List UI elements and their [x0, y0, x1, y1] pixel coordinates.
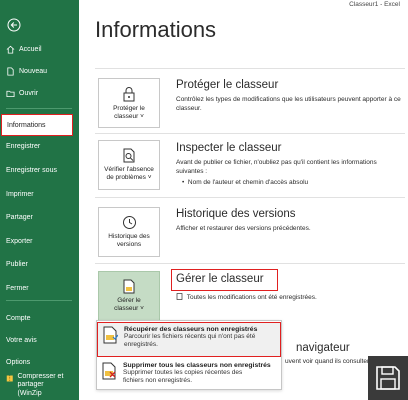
menu-item-title: Récupérer des classeurs non enregistrés: [124, 326, 258, 333]
back-arrow-icon[interactable]: [7, 18, 21, 32]
description-line: suivantes :: [176, 167, 208, 175]
recover-unsaved-workbooks-item[interactable]: Récupérer des classeurs non enregistrés …: [97, 322, 281, 357]
sidebar-item-partager[interactable]: Partager: [0, 207, 79, 227]
history-clock-icon: [122, 216, 136, 229]
description-line: classeur.: [176, 104, 202, 112]
button-label: Vérifier l'absence: [104, 166, 154, 173]
button-label: Protéger le: [113, 105, 145, 112]
sidebar-divider: [6, 300, 72, 301]
folder-icon: [6, 90, 15, 97]
save-floppy-button[interactable]: [368, 356, 408, 400]
manage-workbook-button[interactable]: Gérer le classeur ˅: [98, 271, 160, 321]
delete-unsaved-workbooks-item[interactable]: Supprimer tous les classeurs non enregis…: [97, 359, 281, 390]
sidebar-item-imprimer[interactable]: Imprimer: [0, 184, 79, 204]
sidebar-item-fermer[interactable]: Fermer: [0, 278, 79, 298]
sidebar-item-informations[interactable]: Informations: [1, 114, 73, 136]
description-text: Toutes les modifications ont été enregis…: [186, 294, 317, 301]
description-line: Contrôlez les types de modifications que…: [176, 96, 401, 103]
manage-title: Gérer le classeur: [176, 273, 264, 285]
sidebar-item-label: Exporter: [6, 237, 33, 245]
backstage-window: Accueil Nouveau Ouvrir Informations Enre…: [0, 0, 408, 400]
manage-workbook-menu: Récupérer des classeurs non enregistrés …: [96, 320, 282, 390]
sidebar-item-label: Imprimer: [6, 190, 34, 198]
home-icon: [6, 45, 15, 54]
sidebar-item-label: Publier: [6, 260, 28, 268]
sidebar-item-label: Partager: [6, 213, 33, 221]
section-divider: [95, 68, 405, 69]
sidebar-item-votre-avis[interactable]: Votre avis: [0, 330, 79, 350]
lock-icon: [123, 87, 135, 102]
bullet-text: Nom de l'auteur et chemin d'accès absolu: [187, 179, 309, 186]
button-label: Gérer le: [117, 297, 141, 304]
sidebar-item-nouveau[interactable]: Nouveau: [0, 61, 79, 81]
button-label: de problèmes ˅: [106, 174, 152, 182]
menu-item-description: Parcourir les fichiers récents qui n'ont…: [124, 333, 256, 340]
sidebar-item-label: Ouvrir: [19, 89, 39, 97]
history-title: Historique des versions: [176, 208, 296, 220]
sidebar-item-label: Compresser et partager: [17, 373, 64, 389]
sidebar-item-label: Informations: [7, 121, 46, 129]
section-divider: [95, 263, 405, 264]
backstage-sidebar: Accueil Nouveau Ouvrir Informations Enre…: [0, 0, 79, 400]
winzip-icon: [6, 375, 13, 382]
protect-workbook-button[interactable]: Protéger le classeur ˅: [98, 78, 160, 128]
section-divider: [95, 133, 405, 134]
sidebar-item-label: Compte: [6, 314, 31, 322]
sidebar-item-compresser[interactable]: Compresser et partager (WinZip: [0, 373, 79, 399]
inspect-bullet: • Nom de l'auteur et chemin d'accès abso…: [182, 179, 308, 186]
version-history-button[interactable]: Historique des versions: [98, 207, 160, 257]
window-title: Classeur1 - Excel: [349, 1, 400, 8]
delete-document-icon: [102, 362, 116, 380]
history-description: Afficher et restaurer des versions précé…: [176, 225, 311, 232]
sidebar-item-enregistrer-sous[interactable]: Enregistrer sous: [0, 160, 79, 180]
sidebar-item-label: Fermer: [6, 284, 29, 292]
sidebar-divider: [6, 108, 72, 109]
menu-item-description: enregistrés.: [124, 341, 158, 349]
inspect-description: Avant de publier ce fichier, n'oubliez p…: [176, 159, 406, 177]
description-line: Avant de publier ce fichier, n'oubliez p…: [176, 159, 377, 166]
sidebar-item-label: Accueil: [19, 45, 42, 53]
sidebar-item-ouvrir[interactable]: Ouvrir: [0, 83, 79, 103]
manage-document-icon: [123, 279, 134, 294]
page-title: Informations: [95, 17, 217, 42]
recover-document-icon: [103, 326, 118, 344]
sidebar-item-enregistrer[interactable]: Enregistrer: [0, 136, 79, 156]
manage-description: Toutes les modifications ont été enregis…: [176, 293, 406, 303]
sidebar-item-label: Nouveau: [19, 67, 48, 75]
protect-description: Contrôlez les types de modifications que…: [176, 96, 406, 114]
protect-title: Protéger le classeur: [176, 79, 279, 91]
sidebar-item-exporter[interactable]: Exporter: [0, 231, 79, 251]
sidebar-item-publier[interactable]: Publier: [0, 254, 79, 274]
inspect-title: Inspecter le classeur: [176, 142, 282, 154]
sidebar-item-label: Enregistrer: [6, 142, 41, 150]
sidebar-item-label: Options: [6, 358, 31, 366]
sidebar-item-options[interactable]: Options: [0, 352, 79, 372]
sidebar-item-label: Votre avis: [6, 336, 37, 344]
check-issues-button[interactable]: Vérifier l'absence de problèmes ˅: [98, 140, 160, 190]
browser-title-partial: navigateur: [296, 342, 350, 354]
floppy-disk-icon: [376, 366, 400, 390]
document-icon: [176, 293, 183, 300]
sidebar-item-compte[interactable]: Compte: [0, 308, 79, 328]
button-label: classeur ˅: [114, 305, 144, 313]
button-label: versions: [116, 241, 142, 249]
menu-item-description: Supprimer toutes les copies récentes des: [123, 369, 243, 376]
sidebar-item-accueil[interactable]: Accueil: [0, 39, 79, 59]
button-label: Historique des: [108, 233, 150, 240]
section-divider: [95, 197, 405, 198]
sidebar-item-label: Enregistrer sous: [6, 166, 57, 174]
menu-item-title: Supprimer tous les classeurs non enregis…: [123, 362, 271, 369]
inspect-document-icon: [123, 148, 135, 163]
new-file-icon: [7, 66, 14, 76]
sidebar-item-label: (WinZip: [17, 389, 42, 397]
menu-item-description: fichiers non enregistrés.: [123, 377, 193, 385]
button-label: classeur ˅: [114, 113, 144, 121]
